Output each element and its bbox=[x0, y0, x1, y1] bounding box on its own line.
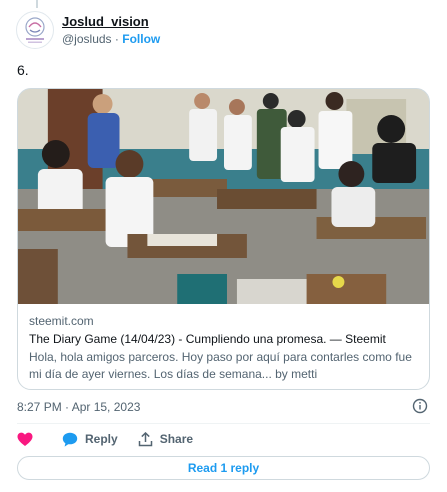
author-handle[interactable]: @josluds bbox=[62, 32, 112, 46]
like-button[interactable] bbox=[17, 432, 33, 447]
thread-connector-line bbox=[36, 0, 38, 8]
author-display-name[interactable]: Joslud_vision bbox=[62, 14, 160, 30]
tweet-timestamp[interactable]: 8:27 PM · Apr 15, 2023 bbox=[17, 400, 140, 414]
read-replies-button[interactable]: Read 1 reply bbox=[17, 456, 430, 480]
heart-icon bbox=[17, 432, 33, 446]
card-description: Hola, hola amigos parceros. Hoy paso por… bbox=[29, 350, 412, 381]
card-domain: steemit.com bbox=[29, 314, 94, 328]
share-button[interactable]: Share bbox=[138, 431, 194, 447]
share-label: Share bbox=[159, 432, 194, 446]
tweet-header: Joslud_vision @josluds · Follow bbox=[16, 10, 431, 50]
handle-separator: · bbox=[114, 31, 119, 46]
card-title: The Diary Game (14/04/23) - Cumpliendo u… bbox=[29, 332, 386, 346]
link-preview-card[interactable]: steemit.com The Diary Game (14/04/23) - … bbox=[17, 88, 430, 390]
speech-bubble-icon bbox=[62, 432, 78, 447]
avatar[interactable] bbox=[16, 11, 54, 49]
info-icon[interactable] bbox=[412, 398, 428, 414]
author-info: Joslud_vision @josluds · Follow bbox=[62, 14, 160, 47]
divider bbox=[17, 423, 430, 424]
card-classroom-image bbox=[18, 89, 429, 304]
share-upload-icon bbox=[138, 431, 152, 446]
avatar-logo-icon bbox=[18, 13, 52, 47]
reply-button[interactable]: Reply bbox=[62, 432, 118, 447]
reply-label: Reply bbox=[85, 432, 118, 446]
author-handle-row: @josluds · Follow bbox=[62, 31, 160, 47]
follow-button[interactable]: Follow bbox=[122, 32, 160, 46]
tweet-actions: Reply Share bbox=[17, 430, 193, 448]
tweet-text: 6. bbox=[17, 62, 29, 78]
card-info: steemit.com The Diary Game (14/04/23) - … bbox=[18, 304, 429, 383]
